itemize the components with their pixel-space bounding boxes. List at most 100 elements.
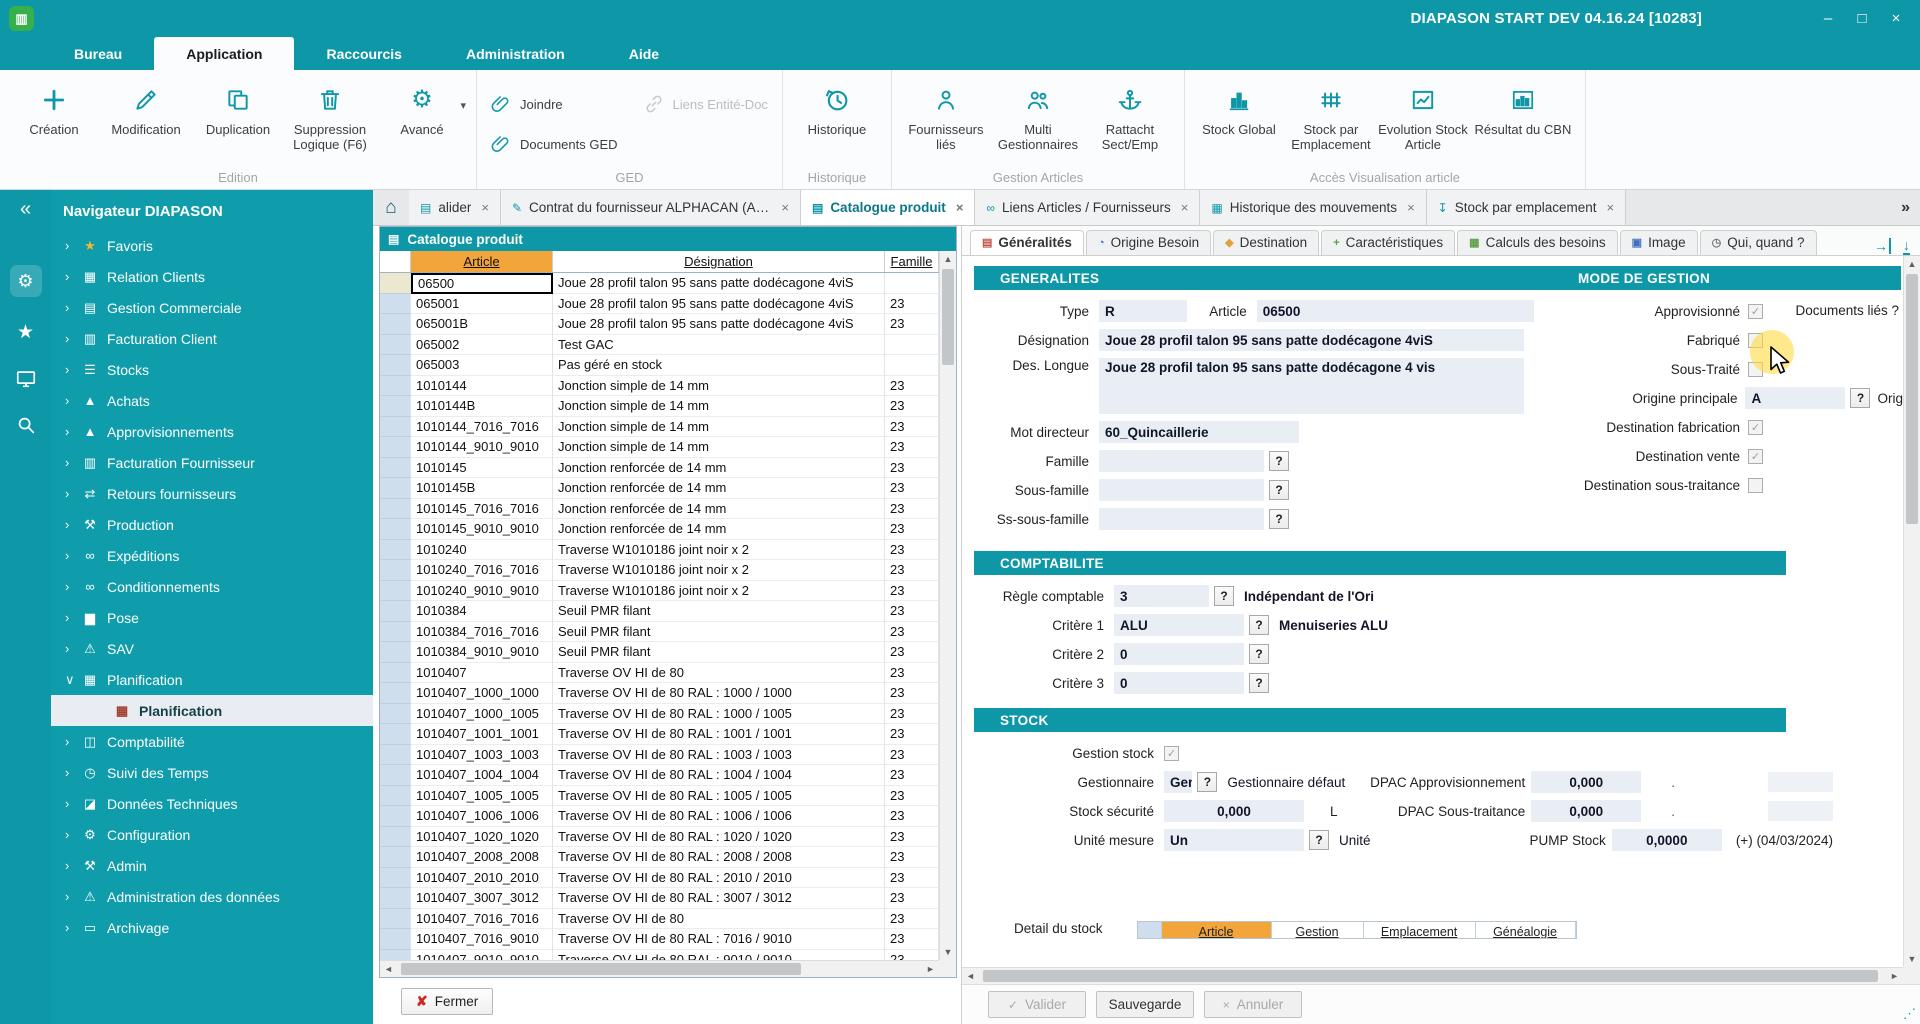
modification-button[interactable]: Modification [100,74,192,137]
detail-tab-g-n-ralit-s[interactable]: ▤ Généralités [970,230,1084,255]
article-cell[interactable]: 06500 [411,273,553,294]
scroll-down-icon[interactable]: ▼ [1904,951,1920,967]
detail-vertical-scrollbar[interactable]: ▲ ▼ [1903,256,1920,967]
row-selector-cell[interactable] [380,724,411,745]
menu-item-aide[interactable]: Aide [597,37,691,70]
chevron-icon[interactable]: ∨ [65,672,79,688]
designation-cell[interactable]: Joue 28 profil talon 95 sans patte dodéc… [553,294,885,315]
table-row[interactable]: 065002 Test GAC [380,335,939,356]
chevron-icon[interactable]: › [65,331,79,346]
row-selector-cell[interactable] [380,335,411,356]
row-selector-cell[interactable] [380,827,411,848]
tab-alider[interactable]: ▤ alider × [409,190,501,225]
table-row[interactable]: 1010407_1003_1003 Traverse OV HI de 80 R… [380,745,939,766]
designation-cell[interactable]: Traverse OV HI de 80 RAL : 1000 / 1005 [553,704,885,725]
regle-help-button[interactable]: ? [1214,586,1234,606]
designation-cell[interactable]: Jonction renforcée de 14 mm [553,458,885,479]
critere2-field[interactable]: 0 [1114,643,1244,665]
origine-principale-field[interactable]: A [1745,387,1845,409]
destination-fabrication-checkbox[interactable] [1748,420,1763,435]
critere1-help-button[interactable]: ? [1249,615,1269,635]
annuler-button[interactable]: × Annuler [1204,991,1302,1018]
famille-cell[interactable]: 23 [885,314,939,335]
column-header-article[interactable]: Article [411,251,553,272]
ss-sous-famille-field[interactable] [1099,508,1264,530]
designation-cell[interactable]: Traverse OV HI de 80 RAL : 1001 / 1001 [553,724,885,745]
row-selector-cell[interactable] [380,601,411,622]
destination-sous-traitance-checkbox[interactable] [1748,478,1763,493]
article-cell[interactable]: 1010145B [411,478,553,499]
scroll-thumb[interactable] [401,963,801,975]
sidebar-item-approvisionnements[interactable]: › ▲ Approvisionnements [51,416,373,447]
article-cell[interactable]: 1010407_7016_7016 [411,909,553,930]
article-cell[interactable]: 1010407_1020_1020 [411,827,553,848]
row-selector-cell[interactable] [380,540,411,561]
scroll-down-icon[interactable]: ▼ [940,944,957,960]
table-row[interactable]: 1010407_1005_1005 Traverse OV HI de 80 R… [380,786,939,807]
chevron-icon[interactable]: › [65,300,79,315]
designation-cell[interactable]: Pas géré en stock [553,355,885,376]
article-cell[interactable]: 1010407_2010_2010 [411,868,553,889]
famille-cell[interactable]: 23 [885,950,939,961]
sidebar-item-comptabilit[interactable]: › ◫ Comptabilité [51,726,373,757]
article-cell[interactable]: 1010407_2008_2008 [411,847,553,868]
designation-cell[interactable]: Traverse OV HI de 80 RAL : 1003 / 1003 [553,745,885,766]
chevron-icon[interactable]: › [65,920,79,935]
designation-cell[interactable]: Jonction simple de 14 mm [553,396,885,417]
row-selector-cell[interactable] [380,868,411,889]
sidebar-item-admin[interactable]: › ⚒ Admin [51,850,373,881]
creation-button[interactable]: Création [8,74,100,137]
documents-ged-button[interactable]: Documents GED [491,134,618,154]
table-row[interactable]: 1010407_3007_3012 Traverse OV HI de 80 R… [380,888,939,909]
table-row[interactable]: 065001B Joue 28 profil talon 95 sans pat… [380,314,939,335]
famille-cell[interactable]: 23 [885,745,939,766]
article-cell[interactable]: 1010240_7016_7016 [411,560,553,581]
designation-cell[interactable]: Seuil PMR filant [553,622,885,643]
famille-cell[interactable]: 23 [885,458,939,479]
table-row[interactable]: 1010240 Traverse W1010186 joint noir x 2… [380,540,939,561]
maximize-button[interactable]: □ [1846,5,1878,33]
scroll-up-icon[interactable]: ▲ [1904,256,1920,272]
designation-cell[interactable]: Test GAC [553,335,885,356]
table-row[interactable]: 1010407_1020_1020 Traverse OV HI de 80 R… [380,827,939,848]
table-row[interactable]: 1010144_7016_7016 Jonction simple de 14 … [380,417,939,438]
row-selector-cell[interactable] [380,273,411,294]
designation-cell[interactable]: Traverse OV HI de 80 [553,663,885,684]
famille-cell[interactable]: 23 [885,478,939,499]
tab-overflow-button[interactable]: » [1901,190,1920,225]
sidebar-item-relation-clients[interactable]: › ▦ Relation Clients [51,261,373,292]
famille-field[interactable] [1099,450,1264,472]
tab-historique-des-mouvements[interactable]: ▦ Historique des mouvements × [1200,190,1426,225]
resize-grip-icon[interactable]: ⋰ [1903,1006,1916,1022]
detail-horizontal-scrollbar[interactable]: ◄ ► [962,967,1903,984]
tab-close-icon[interactable]: × [1607,200,1615,215]
designation-cell[interactable]: Jonction renforcée de 14 mm [553,519,885,540]
table-row[interactable]: 1010240_9010_9010 Traverse W1010186 join… [380,581,939,602]
detail-tab-calculs-des-besoins[interactable]: ▦ Calculs des besoins [1457,230,1617,255]
scroll-track[interactable] [1904,272,1920,951]
article-cell[interactable]: 1010144_9010_9010 [411,437,553,458]
chevron-icon[interactable]: › [65,362,79,377]
table-row[interactable]: 1010407 Traverse OV HI de 80 23 [380,663,939,684]
designation-cell[interactable]: Traverse OV HI de 80 RAL : 1020 / 1020 [553,827,885,848]
famille-cell[interactable]: 23 [885,601,939,622]
chevron-icon[interactable]: › [65,734,79,749]
designation-cell[interactable]: Traverse OV HI de 80 RAL : 1006 / 1006 [553,806,885,827]
famille-cell[interactable]: 23 [885,396,939,417]
stock-global-button[interactable]: Stock Global [1193,74,1285,137]
table-row[interactable]: 1010240_7016_7016 Traverse W1010186 join… [380,560,939,581]
famille-cell[interactable]: 23 [885,929,939,950]
catalog-horizontal-scrollbar[interactable]: ◄ ► [380,960,939,977]
tab-contrat-du-fournisseur-alphacan-alp[interactable]: ✎ Contrat du fournisseur ALPHACAN (ALP..… [501,190,801,225]
table-row[interactable]: 1010407_2008_2008 Traverse OV HI de 80 R… [380,847,939,868]
article-cell[interactable]: 1010407_1003_1003 [411,745,553,766]
settings-gear-icon[interactable]: ⚙ [10,265,42,297]
article-cell[interactable]: 1010145 [411,458,553,479]
column-header-designation[interactable]: Désignation [553,251,885,272]
row-selector-cell[interactable] [380,663,411,684]
monitor-icon[interactable] [15,368,37,390]
row-selector-cell[interactable] [380,519,411,540]
famille-cell[interactable]: 23 [885,765,939,786]
fournisseurs-lies-button[interactable]: Fournisseurs liés [900,74,992,153]
article-cell[interactable]: 065002 [411,335,553,356]
